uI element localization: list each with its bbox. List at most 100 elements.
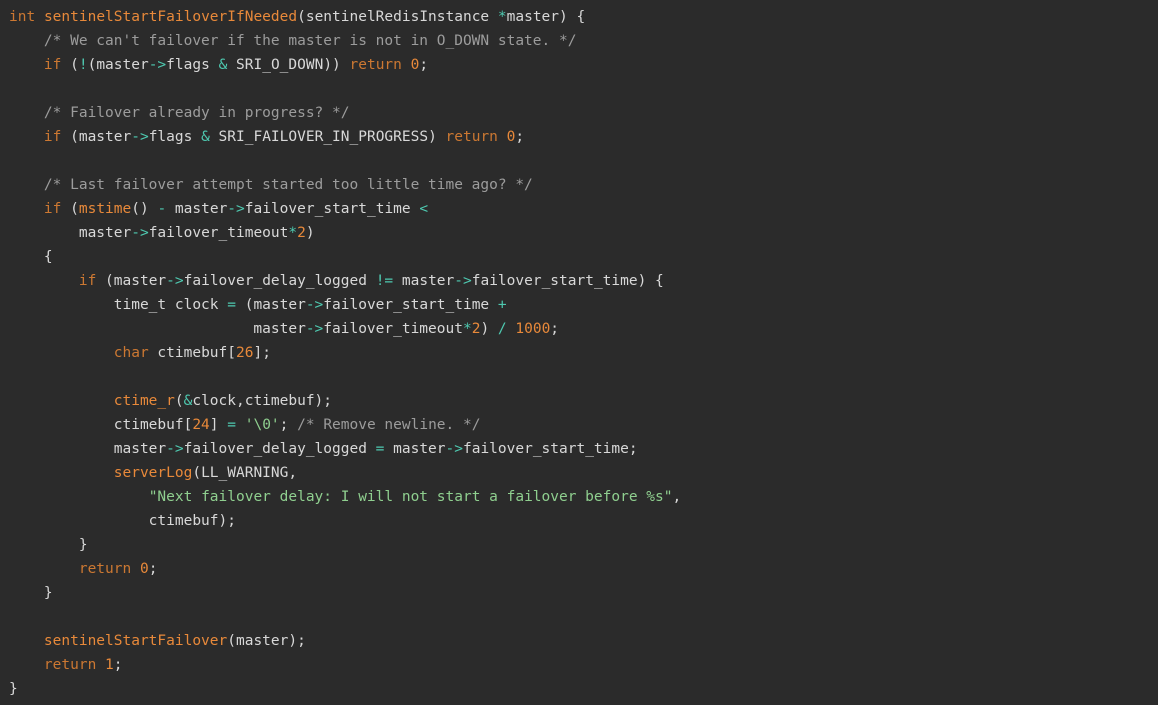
code-line: /* Failover already in progress? */ — [9, 101, 1158, 125]
code-token: (master — [87, 57, 149, 73]
code-token: -> — [166, 441, 184, 457]
code-token: if — [43, 57, 62, 73]
code-token: } — [9, 681, 18, 697]
code-token: -> — [131, 225, 149, 241]
code-token: failover_start_time — [323, 297, 498, 313]
code-line: if (master->flags & SRI_FAILOVER_IN_PROG… — [9, 125, 1158, 149]
code-editor: int sentinelStartFailoverIfNeeded(sentin… — [0, 0, 1158, 705]
code-token: failover_start_time — [244, 201, 420, 217]
code-token: failover_delay_logged — [183, 441, 376, 457]
code-token: sentinelStartFailoverIfNeeded — [43, 9, 298, 25]
code-token: int — [9, 9, 36, 25]
code-token: /* Failover already in progress? */ — [43, 105, 350, 121]
code-token: ctime_r — [113, 393, 175, 409]
code-token: < — [419, 201, 429, 217]
code-token: ! — [78, 57, 88, 73]
code-token: ) — [480, 321, 498, 337]
code-block[interactable]: int sentinelStartFailoverIfNeeded(sentin… — [9, 5, 1158, 701]
code-token: * — [288, 225, 298, 241]
code-token: -> — [445, 441, 463, 457]
code-token: -> — [166, 273, 184, 289]
code-line: return 0; — [9, 557, 1158, 581]
code-token: failover_timeout — [148, 225, 289, 241]
code-token: SRI_O_DOWN)) — [227, 57, 350, 73]
code-token: return — [445, 129, 498, 145]
code-token: , — [672, 489, 682, 505]
code-token: failover_start_time; — [462, 441, 638, 457]
code-token: -> — [227, 201, 245, 217]
code-line: } — [9, 581, 1158, 605]
code-token: time_t clock — [9, 297, 228, 313]
code-token: master — [9, 321, 306, 337]
code-token: ] — [209, 417, 228, 433]
code-line: { — [9, 245, 1158, 269]
code-token: ( — [61, 201, 79, 217]
code-token: return — [43, 657, 97, 673]
code-token: } — [9, 585, 53, 601]
code-line: return 1; — [9, 653, 1158, 677]
code-line: master->failover_timeout*2) / 1000; — [9, 317, 1158, 341]
code-token: "Next failover delay: I will not start a… — [148, 489, 673, 505]
code-line: int sentinelStartFailoverIfNeeded(sentin… — [9, 5, 1158, 29]
code-token: ctimebuf[ — [148, 345, 236, 361]
code-token: 0 — [139, 561, 149, 577]
code-token: (master — [96, 273, 167, 289]
code-token: & — [201, 129, 210, 145]
code-token: mstime — [78, 201, 132, 217]
code-token: master) { — [506, 9, 586, 25]
code-token: (LL_WARNING, — [192, 465, 298, 481]
code-token: ( — [61, 57, 79, 73]
code-token: ) — [305, 225, 315, 241]
code-token: failover_timeout — [323, 321, 463, 337]
code-token: SRI_FAILOVER_IN_PROGRESS) — [209, 129, 446, 145]
code-token: failover_start_time) { — [471, 273, 664, 289]
code-token: clock,ctimebuf); — [192, 393, 333, 409]
code-line: "Next failover delay: I will not start a… — [9, 485, 1158, 509]
code-token: + — [497, 297, 507, 313]
code-token: ; — [113, 657, 123, 673]
code-token: ; — [515, 129, 525, 145]
code-line: char ctimebuf[26]; — [9, 341, 1158, 365]
code-token: * — [497, 9, 507, 25]
code-token: 26 — [236, 345, 254, 361]
code-token: '\0' — [244, 417, 280, 433]
code-line: ctimebuf[24] = '\0'; /* Remove newline. … — [9, 413, 1158, 437]
code-token: ; — [148, 561, 158, 577]
code-token: -> — [454, 273, 472, 289]
code-token: ctimebuf); — [9, 513, 236, 529]
code-token: (master — [235, 297, 306, 313]
code-token: } — [9, 537, 88, 553]
code-token: { — [9, 249, 53, 265]
code-token: - — [157, 201, 167, 217]
code-token: serverLog — [113, 465, 193, 481]
code-token: & — [218, 57, 228, 73]
code-token: ]; — [253, 345, 271, 361]
code-line: /* Last failover attempt started too lit… — [9, 173, 1158, 197]
code-token: ( — [174, 393, 184, 409]
code-token: = — [227, 417, 236, 433]
code-token: -> — [305, 297, 324, 313]
code-token: (sentinelRedisInstance — [297, 9, 498, 25]
code-token: ; — [550, 321, 560, 337]
code-line: master->failover_timeout*2) — [9, 221, 1158, 245]
code-token: -> — [305, 321, 324, 337]
code-line: if (mstime() - master->failover_start_ti… — [9, 197, 1158, 221]
